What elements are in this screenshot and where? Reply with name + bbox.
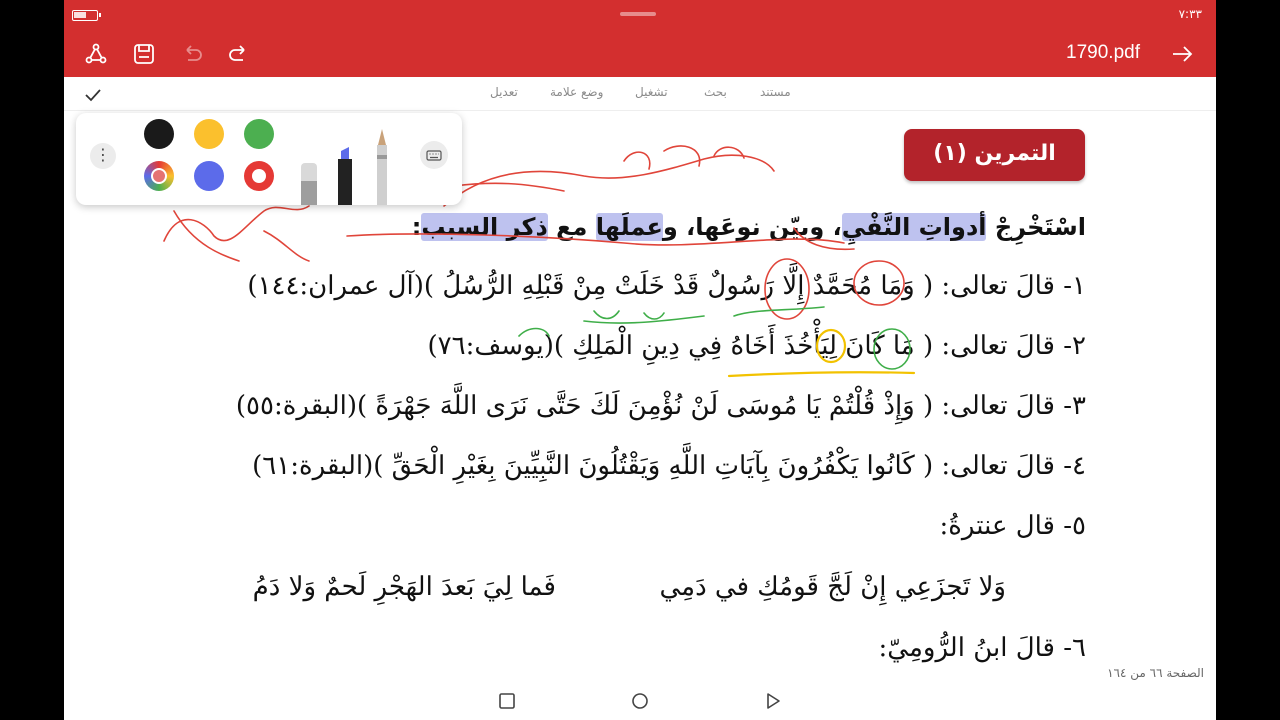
color-swatch-red[interactable] xyxy=(244,161,274,191)
tab-search[interactable]: بحث xyxy=(704,85,727,99)
tab-document[interactable]: مستند xyxy=(760,85,791,99)
exercise-line: ٦- قالَ ابنُ الرُّومِيّ: xyxy=(878,633,1086,663)
more-icon[interactable]: ⋮ xyxy=(90,143,116,169)
color-picker-icon[interactable] xyxy=(144,161,174,191)
top-toolbar: 1790.pdf xyxy=(64,30,1216,77)
undo-icon[interactable] xyxy=(178,40,206,68)
forward-arrow-icon[interactable] xyxy=(1168,40,1196,68)
check-icon[interactable] xyxy=(82,84,104,106)
home-icon[interactable] xyxy=(631,692,649,710)
eraser-icon[interactable] xyxy=(298,159,320,205)
page-indicator: الصفحة ٦٦ من ١٦٤ xyxy=(1107,666,1204,680)
instruction-text: : xyxy=(411,213,422,241)
exercise-line: ٤- قالَ تعالى: ( كَانُوا يَكْفُرُونَ بِآ… xyxy=(252,451,1086,481)
navigation-bar xyxy=(64,680,1216,720)
exercise-line: ١- قالَ تعالى: ( وَمَا مُحَمَّدٌ إِلَّا … xyxy=(247,271,1086,301)
exercise-line: ٢- قالَ تعالى: ( مَا كَانَ لِيَأْخُذَ أَ… xyxy=(427,331,1086,361)
tabs-bar: مستند بحث تشغيل وضع علامة تعديل xyxy=(64,77,1216,111)
battery-icon xyxy=(72,10,101,21)
status-time: ٧:٣٣ xyxy=(1178,7,1202,21)
instruction-text: اسْتَخْرِجْ xyxy=(986,213,1086,241)
highlight: أدواتِ النَّفْيِ xyxy=(841,213,987,241)
tab-bookmark[interactable]: وضع علامة xyxy=(550,85,603,99)
tab-play[interactable]: تشغيل xyxy=(635,85,668,99)
file-title: 1790.pdf xyxy=(1066,42,1140,63)
share-icon[interactable] xyxy=(82,40,110,68)
redo-icon[interactable] xyxy=(225,40,253,68)
poem-hemistich: وَلا تَجزَعِي إِنْ لَجَّ قَومُكِ في دَمِ… xyxy=(659,572,1006,602)
save-icon[interactable] xyxy=(130,40,158,68)
tab-edit[interactable]: تعديل xyxy=(490,85,518,99)
screen: ٧:٣٣ 1790.pdf مستند بحث تشغيل وضع علامة … xyxy=(64,0,1216,720)
back-icon[interactable] xyxy=(764,692,782,710)
drag-handle[interactable] xyxy=(620,12,656,16)
instruction-text: ، وبيّن نوعَها xyxy=(695,213,842,241)
exercise-line: ٥- قال عنترةُ: xyxy=(939,511,1086,541)
pen-palette: ⋮ xyxy=(76,113,462,205)
fountain-pen-icon[interactable] xyxy=(372,129,392,205)
instruction-line: اسْتَخْرِجْ أدواتِ النَّفْيِ، وبيّن نوعَ… xyxy=(412,213,1086,241)
color-swatch-yellow[interactable] xyxy=(194,119,224,149)
color-swatch-green[interactable] xyxy=(244,119,274,149)
color-swatch-blue[interactable] xyxy=(194,161,224,191)
status-bar: ٧:٣٣ xyxy=(64,0,1216,30)
highlight: ذكر السبب xyxy=(421,213,548,241)
exercise-title: التمرين (١) xyxy=(904,129,1085,181)
instruction-text: مع xyxy=(547,213,596,241)
keyboard-icon[interactable] xyxy=(420,141,448,169)
highlighter-icon[interactable] xyxy=(334,145,356,205)
instruction-text: ، و xyxy=(662,213,696,241)
exercise-line: ٣- قالَ تعالى: ( وَإِذْ قُلْتُمْ يَا مُو… xyxy=(235,391,1086,421)
poem-hemistich: فَما لِيَ بَعدَ الهَجْرِ لَحمٌ وَلا دَمُ xyxy=(252,572,556,602)
recents-icon[interactable] xyxy=(498,692,516,710)
highlight: عملَها xyxy=(595,213,663,241)
color-swatch-black[interactable] xyxy=(144,119,174,149)
